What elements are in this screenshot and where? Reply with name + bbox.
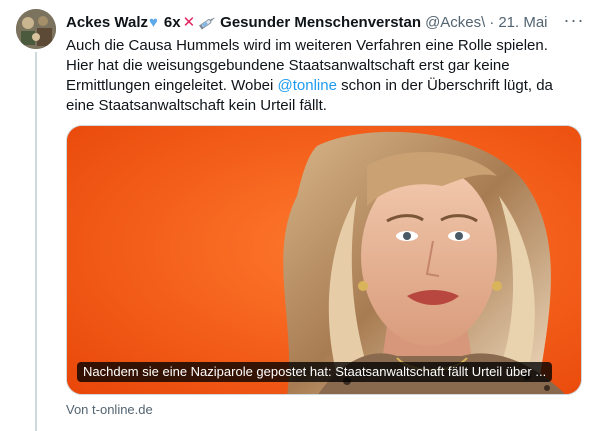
author-name-end[interactable]: Gesunder Menschenverstan	[220, 13, 421, 33]
author-name-suffix[interactable]: 6x	[164, 13, 181, 33]
author-handle[interactable]: @Ackes\	[425, 13, 485, 33]
card-image	[67, 126, 581, 394]
tweet-text: Auch die Causa Hummels wird im weiteren …	[66, 36, 578, 116]
separator-dot: ·	[489, 14, 495, 31]
avatar[interactable]	[16, 9, 56, 49]
avatar-image	[16, 9, 56, 49]
left-rail	[0, 0, 66, 431]
link-source[interactable]: Von t-online.de	[66, 401, 153, 419]
tweet-date[interactable]: 21. Mai	[498, 13, 547, 33]
blue-heart-icon: ♥	[148, 14, 158, 31]
link-card[interactable]: Nachdem sie eine Naziparole gepostet hat…	[66, 125, 582, 395]
more-icon[interactable]: ···	[562, 10, 586, 34]
syringe-icon	[198, 16, 216, 30]
tweet[interactable]: Ackes Walz ♥ 6x ✕ Gesunder Menschenverst…	[0, 0, 596, 431]
thread-line	[35, 52, 37, 431]
red-cross-icon: ✕	[182, 14, 196, 31]
link-card-title[interactable]: Nachdem sie eine Naziparole gepostet hat…	[77, 362, 553, 382]
author-name[interactable]: Ackes Walz	[66, 13, 148, 33]
tweet-header: Ackes Walz ♥ 6x ✕ Gesunder Menschenverst…	[66, 12, 586, 34]
mention-link[interactable]: @tonline	[278, 77, 337, 94]
